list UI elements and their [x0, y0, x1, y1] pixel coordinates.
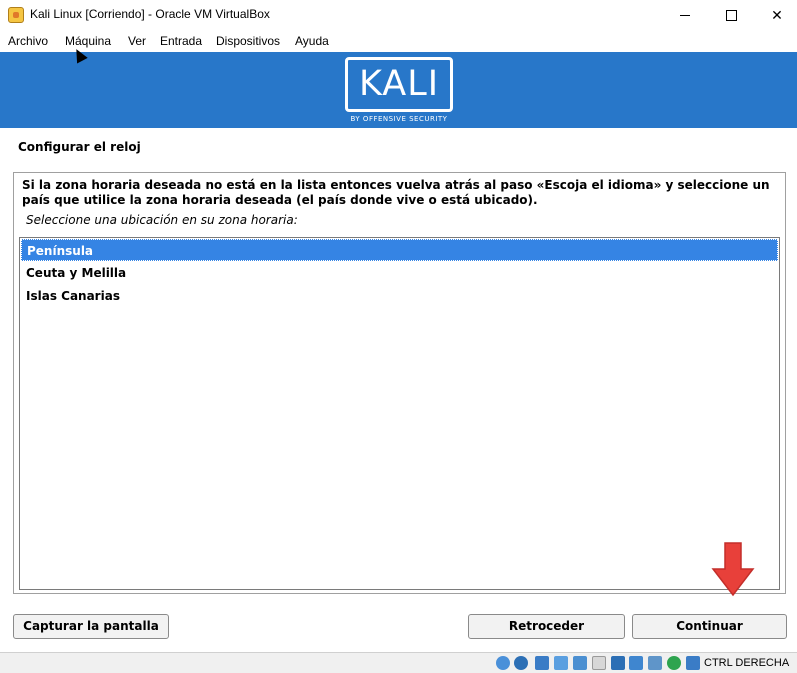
menu-ayuda[interactable]: Ayuda: [295, 34, 329, 48]
list-item-ceuta-melilla[interactable]: Ceuta y Melilla: [21, 262, 778, 284]
list-item-islas-canarias[interactable]: Islas Canarias: [21, 285, 778, 307]
menu-bar: Archivo Máquina Ver Entrada Dispositivos…: [0, 31, 797, 52]
usb-icon[interactable]: [573, 656, 587, 670]
audio-icon[interactable]: [535, 656, 549, 670]
timezone-list[interactable]: Península Ceuta y Melilla Islas Canarias: [19, 237, 780, 590]
menu-archivo[interactable]: Archivo: [8, 34, 48, 48]
timezone-prompt: Seleccione una ubicación en su zona hora…: [26, 213, 298, 227]
status-bar: CTRL DERECHA: [0, 652, 797, 673]
down-arrow-icon: [711, 542, 755, 597]
hard-disk-icon[interactable]: [496, 656, 510, 670]
minimize-button[interactable]: [662, 0, 708, 31]
optical-drive-icon[interactable]: [514, 656, 528, 670]
close-button[interactable]: ✕: [754, 0, 797, 31]
menu-entrada[interactable]: Entrada: [160, 34, 202, 48]
vm-state-icon[interactable]: [648, 656, 662, 670]
menu-ver[interactable]: Ver: [128, 34, 146, 48]
recording-icon[interactable]: [629, 656, 643, 670]
shared-folders-icon[interactable]: [592, 656, 606, 670]
display-icon[interactable]: [611, 656, 625, 670]
list-item-peninsula[interactable]: Península: [21, 239, 778, 261]
vrde-icon[interactable]: [667, 656, 681, 670]
keyboard-capture-icon[interactable]: [686, 656, 700, 670]
menu-dispositivos[interactable]: Dispositivos: [216, 34, 280, 48]
capture-screen-button[interactable]: Capturar la pantalla: [13, 614, 169, 639]
host-key-label: CTRL DERECHA: [704, 657, 790, 669]
back-button[interactable]: Retroceder: [468, 614, 625, 639]
network-icon[interactable]: [554, 656, 568, 670]
kali-banner: KALI BY OFFENSIVE SECURITY: [0, 52, 797, 128]
kali-tagline: BY OFFENSIVE SECURITY: [350, 115, 448, 123]
window-titlebar: Kali Linux [Corriendo] - Oracle VM Virtu…: [0, 0, 797, 31]
kali-logo: KALI: [345, 57, 453, 112]
kali-logo-text: KALI: [358, 64, 440, 104]
instruction-text: Si la zona horaria deseada no está en la…: [22, 178, 770, 207]
continue-button[interactable]: Continuar: [632, 614, 787, 639]
menu-maquina[interactable]: Máquina: [65, 34, 111, 48]
virtualbox-app-icon: [8, 7, 24, 23]
maximize-button[interactable]: [708, 0, 754, 31]
page-title: Configurar el reloj: [18, 140, 141, 154]
window-title: Kali Linux [Corriendo] - Oracle VM Virtu…: [30, 7, 270, 21]
